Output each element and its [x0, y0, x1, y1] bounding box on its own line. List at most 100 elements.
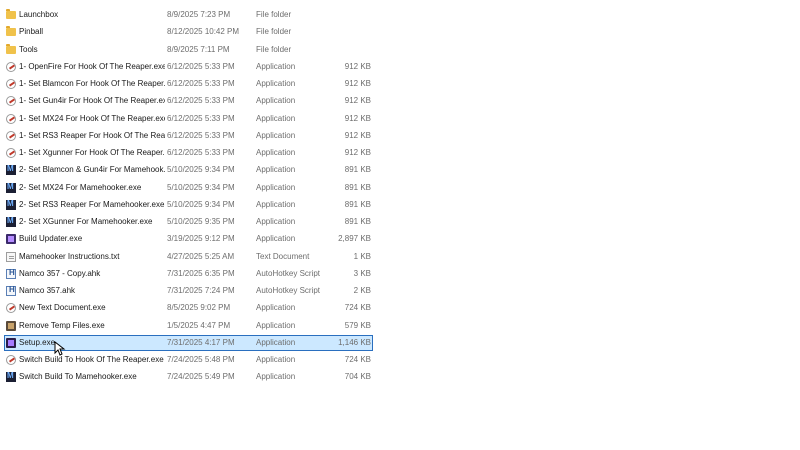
mame-icon — [6, 199, 16, 210]
file-name: Switch Build To Hook Of The Reaper.exe — [19, 355, 164, 364]
file-name: 1- Set RS3 Reaper For Hook Of The Reape.… — [19, 130, 165, 140]
file-date-modified: 7/31/2025 7:24 PM — [167, 286, 235, 295]
gun-icon — [6, 61, 16, 72]
file-row[interactable]: Switch Build To Mamehooker.exe 7/24/2025 … — [4, 369, 373, 385]
file-size: 912 KB — [344, 79, 371, 88]
mame-icon — [6, 182, 16, 193]
folder-icon — [6, 9, 16, 19]
file-row[interactable]: Build Updater.exe 3/19/2025 9:12 PM Applic… — [4, 231, 373, 247]
mame-icon — [6, 216, 16, 227]
file-size: 2,897 KB — [338, 234, 371, 244]
folder-icon — [6, 26, 16, 37]
file-size: 704 KB — [344, 372, 371, 382]
file-name: 1- Set Blamcon For Hook Of The Reaper...… — [19, 79, 165, 88]
file-date-modified: 8/5/2025 9:02 PM — [167, 303, 231, 313]
gun-icon — [6, 148, 16, 158]
file-name: 1- Set Gun4ir For Hook Of The Reaper.exe — [19, 96, 165, 106]
file-name: 2- Set XGunner For Mamehooker.exe — [19, 217, 153, 226]
mouse-pointer-icon — [54, 341, 66, 356]
file-size: 891 KB — [344, 165, 371, 175]
file-size: 579 KB — [344, 320, 371, 330]
file-row[interactable]: 1- Set Blamcon For Hook Of The Reaper...… — [4, 76, 373, 92]
mame-icon — [6, 371, 16, 383]
file-size: 912 KB — [344, 61, 371, 71]
file-date-modified: 5/10/2025 9:34 PM — [167, 165, 235, 175]
txt-icon — [6, 251, 16, 262]
file-row[interactable]: 2- Set XGunner For Mamehooker.exe 5/10/20… — [4, 214, 373, 230]
gun-icon — [6, 113, 16, 124]
ahk-icon — [6, 285, 16, 296]
file-list: Launchbox 8/9/2025 7:23 PM File folder Pinb… — [0, 0, 800, 450]
gun-icon — [6, 130, 16, 141]
file-row[interactable]: Namco 357.ahk7/31/2025 7:24 PMAutoHotkey… — [4, 283, 373, 299]
gun-icon — [6, 355, 16, 365]
file-date-modified: 6/12/2025 5:33 PM — [167, 113, 235, 123]
file-row[interactable]: Tools 8/9/2025 7:11 PM File folder — [4, 42, 373, 58]
file-name: Tools — [19, 44, 38, 54]
file-size: 3 KB — [353, 268, 371, 278]
file-row[interactable]: New Text Document.exe 8/5/2025 9:02 PM App… — [4, 300, 373, 316]
file-row[interactable]: 1- Set Xgunner For Hook Of The Reaper.e.… — [4, 145, 373, 161]
gun-icon — [6, 79, 16, 89]
file-date-modified: 7/31/2025 4:17 PM — [167, 337, 235, 347]
file-size: 724 KB — [344, 303, 371, 313]
file-row[interactable]: 2- Set MX24 For Mamehooker.exe 5/10/2025 … — [4, 180, 373, 196]
file-name: Switch Build To Mamehooker.exe — [19, 372, 137, 382]
file-date-modified: 6/12/2025 5:33 PM — [167, 61, 235, 71]
file-name: Namco 357 - Copy.ahk — [19, 268, 101, 278]
file-name: 2- Set RS3 Reaper For Mamehooker.exe — [19, 199, 165, 209]
file-name: Remove Temp Files.exe — [19, 320, 105, 330]
file-name: 1- OpenFire For Hook Of The Reaper.exe — [19, 61, 165, 71]
file-name: Build Updater.exe — [19, 234, 83, 244]
file-date-modified: 7/24/2025 5:49 PM — [167, 372, 235, 382]
file-row[interactable]: Pinball 8/12/2025 10:42 PM File folder — [4, 24, 373, 40]
file-date-modified: 6/12/2025 5:33 PM — [167, 148, 235, 157]
file-row[interactable]: 1- Set MX24 For Hook Of The Reaper.exe 6/… — [4, 111, 373, 127]
file-date-modified: 7/31/2025 6:35 PM — [167, 268, 235, 278]
file-size: 912 KB — [344, 148, 371, 157]
file-size — [305, 25, 371, 39]
file-size: 912 KB — [344, 113, 371, 123]
file-date-modified: 6/12/2025 5:33 PM — [167, 130, 235, 140]
file-row[interactable]: 1- OpenFire For Hook Of The Reaper.exe 6/… — [4, 59, 373, 75]
file-name: Namco 357.ahk — [19, 286, 76, 295]
file-date-modified: 4/27/2025 5:25 AM — [167, 251, 235, 261]
file-row[interactable]: Namco 357 - Copy.ahk7/31/2025 6:35 PMAut… — [4, 266, 373, 282]
file-size: 912 KB — [344, 130, 371, 140]
file-row[interactable]: 1- Set RS3 Reaper For Hook Of The Reape.… — [4, 128, 373, 144]
file-size: 1,146 KB — [338, 337, 371, 347]
file-size: 724 KB — [344, 355, 371, 364]
mame-icon — [6, 164, 16, 176]
file-date-modified: 1/5/2025 4:47 PM — [167, 320, 231, 330]
file-date-modified: 6/12/2025 5:33 PM — [167, 96, 235, 106]
folder-icon — [6, 43, 16, 54]
file-row[interactable]: 1- Set Gun4ir For Hook Of The Reaper.exe… — [4, 93, 373, 109]
file-date-modified: 7/24/2025 5:48 PM — [167, 355, 235, 364]
file-size: 2 KB — [353, 286, 371, 295]
file-name: Launchbox — [19, 10, 59, 19]
setup-icon — [6, 337, 16, 348]
file-name: New Text Document.exe — [19, 303, 106, 313]
file-date-modified: 8/9/2025 7:11 PM — [167, 44, 230, 54]
file-date-modified: 5/10/2025 9:34 PM — [167, 199, 235, 209]
file-row[interactable]: 2- Set RS3 Reaper For Mamehooker.exe5/10… — [4, 197, 373, 213]
file-size — [305, 8, 371, 22]
gun-icon — [6, 96, 16, 107]
file-date-modified: 8/9/2025 7:23 PM — [167, 10, 231, 19]
file-date-modified: 3/19/2025 9:12 PM — [167, 234, 235, 244]
temp-icon — [6, 320, 16, 331]
file-date-modified: 8/12/2025 10:42 PM — [167, 27, 240, 37]
file-row[interactable]: Remove Temp Files.exe 1/5/2025 4:47 PM App… — [4, 318, 373, 334]
file-name: 1- Set Xgunner For Hook Of The Reaper.e.… — [19, 148, 165, 157]
file-row[interactable]: Mamehooker Instructions.txt 4/27/2025 5:2… — [4, 249, 373, 265]
file-row[interactable]: 2- Set Blamcon & Gun4ir For Mamehook...5… — [4, 162, 373, 178]
file-row[interactable]: Launchbox 8/9/2025 7:23 PM File folder — [4, 7, 373, 23]
file-date-modified: 5/10/2025 9:34 PM — [167, 182, 235, 192]
file-name: 2- Set MX24 For Mamehooker.exe — [19, 182, 142, 192]
file-size: 891 KB — [344, 217, 371, 226]
file-name: Mamehooker Instructions.txt — [19, 251, 120, 261]
file-size: 912 KB — [344, 96, 371, 106]
file-name: 2- Set Blamcon & Gun4ir For Mamehook... — [19, 165, 165, 175]
file-date-modified: 6/12/2025 5:33 PM — [167, 79, 235, 88]
file-date-modified: 5/10/2025 9:35 PM — [167, 217, 235, 226]
